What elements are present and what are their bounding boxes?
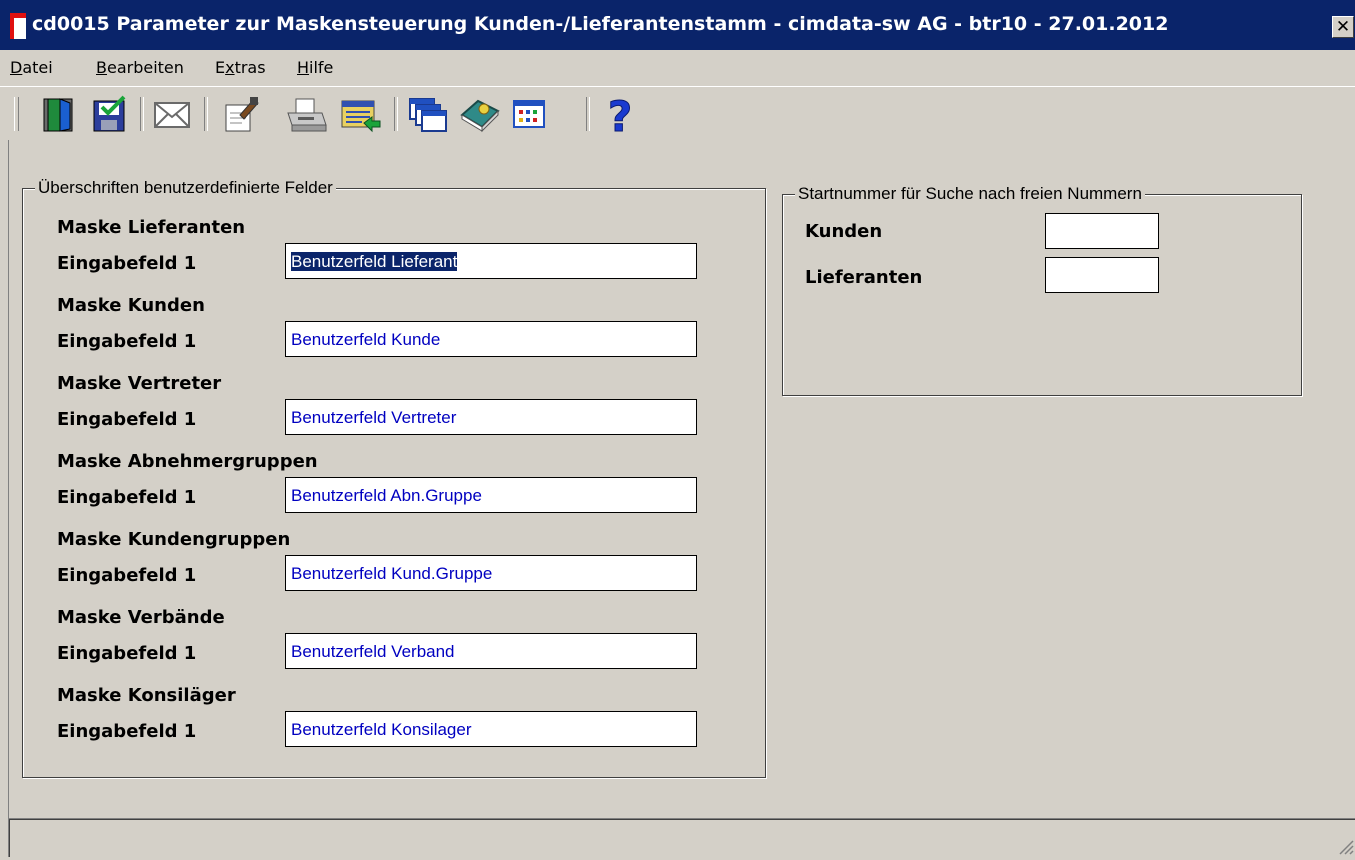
field-label-kundengruppen: Eingabefeld 1 [57, 565, 197, 586]
app-logo-icon[interactable] [10, 13, 26, 39]
section-heading-vertreter: Maske Vertreter [57, 373, 222, 394]
section-heading-lieferanten: Maske Lieferanten [57, 217, 246, 238]
field-label-lieferanten: Eingabefeld 1 [57, 253, 197, 274]
section-heading-kundengruppen: Maske Kundengruppen [57, 529, 291, 550]
user-field-kunde-input[interactable]: Benutzerfeld Kunde [285, 321, 697, 357]
table-icon[interactable] [508, 93, 552, 137]
toolbar-separator [204, 97, 208, 131]
toolbar: ? [0, 86, 1355, 142]
field-label-konsilaeger: Eingabefeld 1 [57, 721, 197, 742]
user-field-lieferant-input[interactable]: Benutzerfeld Lieferant [285, 243, 697, 279]
section-heading-konsilaeger: Maske Konsiläger [57, 685, 236, 706]
section-heading-abnehmergruppen: Maske Abnehmergruppen [57, 451, 318, 472]
help-icon[interactable]: ? [598, 92, 642, 142]
book-icon[interactable] [458, 93, 502, 137]
field-label-verbaende: Eingabefeld 1 [57, 643, 197, 664]
windows-icon[interactable] [406, 93, 450, 137]
menu-datei[interactable]: Datei [10, 58, 53, 77]
start-numbers-legend: Startnummer für Suche nach freien Nummer… [795, 184, 1145, 204]
field-label-vertreter: Eingabefeld 1 [57, 409, 197, 430]
user-field-kundengruppe-input[interactable]: Benutzerfeld Kund.Gruppe [285, 555, 697, 591]
lieferanten-start-input[interactable] [1045, 257, 1159, 293]
user-field-abnehmergruppe-input[interactable]: Benutzerfeld Abn.Gruppe [285, 477, 697, 513]
menu-bar: Datei Bearbeiten Extras Hilfe [0, 50, 1355, 84]
close-button[interactable]: ✕ [1332, 16, 1354, 38]
menu-hilfe[interactable]: Hilfe [297, 58, 333, 77]
resize-grip-icon[interactable] [1336, 837, 1354, 855]
print-icon[interactable] [284, 93, 328, 137]
edit-properties-icon[interactable] [218, 93, 262, 137]
menu-bearbeiten[interactable]: Bearbeiten [96, 58, 184, 77]
help-glyph: ? [608, 93, 632, 137]
title-bar[interactable]: cd0015 Parameter zur Maskensteuerung Kun… [0, 0, 1355, 50]
toolbar-separator [586, 97, 590, 131]
kunden-start-label: Kunden [805, 221, 883, 242]
user-field-verband-input[interactable]: Benutzerfeld Verband [285, 633, 697, 669]
field-label-abnehmergruppen: Eingabefeld 1 [57, 487, 197, 508]
menu-extras[interactable]: Extras [215, 58, 266, 77]
toolbar-separator [394, 97, 398, 131]
list-export-icon[interactable] [338, 93, 382, 137]
window-title: cd0015 Parameter zur Maskensteuerung Kun… [32, 13, 1169, 35]
save-icon[interactable] [88, 93, 132, 137]
user-field-vertreter-input[interactable]: Benutzerfeld Vertreter [285, 399, 697, 435]
section-heading-verbaende: Maske Verbände [57, 607, 225, 628]
field-label-kunden: Eingabefeld 1 [57, 331, 197, 352]
user-field-konsilager-input[interactable]: Benutzerfeld Konsilager [285, 711, 697, 747]
lieferanten-start-label: Lieferanten [805, 267, 923, 288]
kunden-start-input[interactable] [1045, 213, 1159, 249]
status-bar [8, 818, 1355, 857]
selected-text: Benutzerfeld Lieferant [291, 252, 458, 271]
window-left-edge [0, 140, 9, 856]
application-window: cd0015 Parameter zur Maskensteuerung Kun… [0, 0, 1355, 857]
section-heading-kunden: Maske Kunden [57, 295, 205, 316]
toolbar-grip[interactable] [14, 97, 19, 131]
user-fields-group: Überschriften benutzerdefinierte Felder … [22, 178, 766, 778]
start-numbers-group: Startnummer für Suche nach freien Nummer… [782, 184, 1302, 396]
exit-door-icon[interactable] [36, 93, 80, 137]
toolbar-separator [140, 97, 144, 131]
mail-icon[interactable] [150, 93, 194, 137]
user-fields-legend: Überschriften benutzerdefinierte Felder [35, 178, 336, 198]
